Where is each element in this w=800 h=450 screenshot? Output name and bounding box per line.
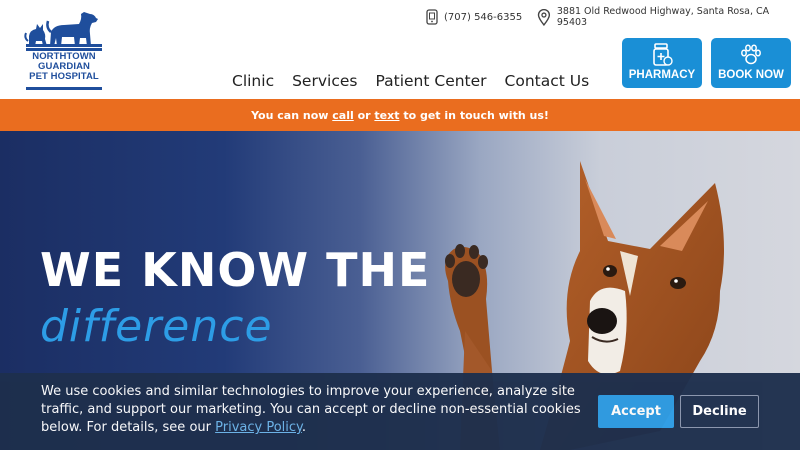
phone-number: (707) 546-6355 xyxy=(444,11,523,23)
announcement-banner: You can now call or text to get in touch… xyxy=(0,99,800,131)
banner-call-link[interactable]: call xyxy=(332,109,353,122)
address-text: 3881 Old Redwood Highway, Santa Rosa, CA… xyxy=(556,6,770,28)
hero-title: WE KNOW THE xyxy=(40,243,431,297)
decline-cookies-button[interactable]: Decline xyxy=(680,395,759,428)
phone-link[interactable]: (707) 546-6355 xyxy=(426,8,522,26)
nav-item-clinic[interactable]: Clinic xyxy=(232,72,274,90)
banner-suffix: to get in touch with us! xyxy=(399,108,549,122)
privacy-policy-link[interactable]: Privacy Policy xyxy=(215,420,302,435)
logo-text: NORTHTOWN GUARDIAN PET HOSPITAL xyxy=(26,52,102,82)
cookie-consent-bar: We use cookies and similar technologies … xyxy=(0,373,800,450)
cookie-text: We use cookies and similar technologies … xyxy=(41,384,581,435)
logo-bar-bottom xyxy=(26,87,102,90)
medicine-bottle-icon xyxy=(653,43,673,66)
phone-icon xyxy=(426,9,438,25)
site-header: NORTHTOWN GUARDIAN PET HOSPITAL (707) 54… xyxy=(0,0,800,99)
pharmacy-button[interactable]: PHARMACY xyxy=(622,38,702,88)
book-now-label: BOOK NOW xyxy=(718,69,784,81)
banner-text-link[interactable]: text xyxy=(374,109,399,122)
map-pin-icon xyxy=(537,8,551,26)
nav-item-contact-us[interactable]: Contact Us xyxy=(505,72,590,90)
accept-cookies-button[interactable]: Accept xyxy=(598,395,674,428)
logo-line-3: PET HOSPITAL xyxy=(29,71,99,82)
pharmacy-label: PHARMACY xyxy=(628,69,696,81)
cookie-message: We use cookies and similar technologies … xyxy=(41,383,581,437)
banner-or: or xyxy=(353,108,375,122)
book-now-button[interactable]: BOOK NOW xyxy=(711,38,791,88)
main-nav: Clinic Services Patient Center Contact U… xyxy=(232,72,589,90)
logo-bar-top xyxy=(26,44,102,47)
cookie-text-end: . xyxy=(301,420,307,435)
nav-item-patient-center[interactable]: Patient Center xyxy=(375,72,486,90)
nav-item-services[interactable]: Services xyxy=(292,72,357,90)
banner-prefix: You can now xyxy=(251,108,333,122)
hero-subtitle: difference xyxy=(40,301,273,352)
paw-icon xyxy=(741,44,761,65)
address-link[interactable]: 3881 Old Redwood Highway, Santa Rosa, CA… xyxy=(537,6,800,28)
